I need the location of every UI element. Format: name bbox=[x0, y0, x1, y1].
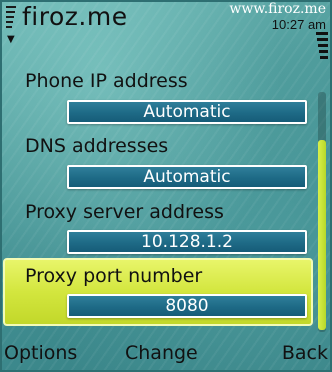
setting-value-proxy-server[interactable]: 10.128.1.2 bbox=[67, 230, 307, 254]
softkey-bar: Options Change Back bbox=[0, 338, 332, 372]
clock: 10:27 am bbox=[271, 17, 326, 32]
setting-label-phone-ip: Phone IP address bbox=[25, 70, 188, 92]
page-title: firoz.me bbox=[22, 2, 128, 31]
scroll-thumb[interactable] bbox=[318, 140, 326, 330]
scrollbar[interactable] bbox=[318, 92, 326, 332]
battery-level-icon bbox=[314, 32, 328, 62]
setting-value-dns[interactable]: Automatic bbox=[67, 165, 307, 189]
setting-label-proxy-port: Proxy port number bbox=[25, 265, 203, 287]
options-softkey[interactable]: Options bbox=[4, 342, 77, 364]
setting-label-dns: DNS addresses bbox=[25, 135, 169, 157]
signal-strength-icon: ▼ bbox=[4, 4, 18, 50]
setting-value-phone-ip[interactable]: Automatic bbox=[67, 100, 307, 124]
phone-screen: ▼ firoz.me www.firoz.me 10:27 am Phone I… bbox=[0, 0, 332, 372]
setting-label-proxy-server: Proxy server address bbox=[25, 201, 224, 223]
antenna-icon: ▼ bbox=[7, 34, 15, 45]
watermark-text: www.firoz.me bbox=[229, 1, 326, 17]
back-softkey[interactable]: Back bbox=[282, 342, 328, 364]
setting-value-proxy-port[interactable]: 8080 bbox=[67, 294, 307, 318]
change-softkey[interactable]: Change bbox=[125, 342, 198, 364]
